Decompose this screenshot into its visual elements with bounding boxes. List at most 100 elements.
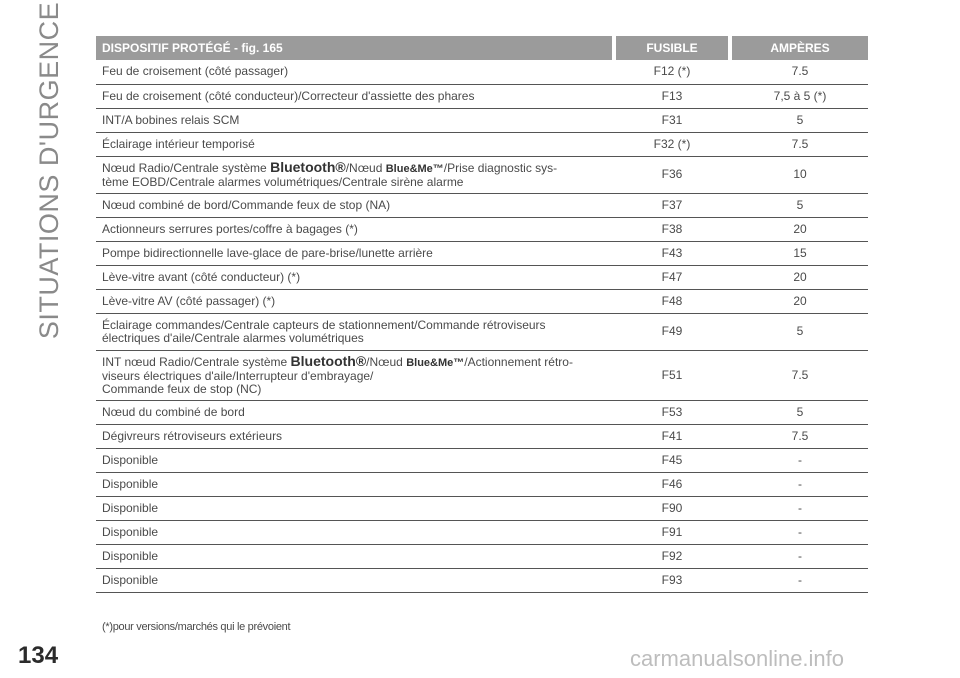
table-row: Éclairage commandes/Centrale capteurs de… bbox=[96, 313, 868, 351]
bluetooth-brand: Bluetooth® bbox=[270, 158, 346, 175]
fuse-cell: F45 bbox=[616, 448, 728, 473]
device-text: Éclairage commandes/Centrale capteurs de… bbox=[102, 317, 546, 332]
fuse-cell: F93 bbox=[616, 568, 728, 593]
device-cell: Éclairage intérieur temporisé bbox=[96, 132, 612, 157]
device-cell: Dégivreurs rétroviseurs extérieurs bbox=[96, 424, 612, 449]
fuse-cell: F48 bbox=[616, 289, 728, 314]
table-row: Disponible F92 - bbox=[96, 544, 868, 569]
fuse-cell: F37 bbox=[616, 193, 728, 218]
fuse-cell: F12 (*) bbox=[616, 60, 728, 85]
device-cell: Nœud combiné de bord/Commande feux de st… bbox=[96, 193, 612, 218]
ampere-cell: 7.5 bbox=[732, 132, 868, 157]
ampere-cell: 20 bbox=[732, 265, 868, 290]
ampere-cell: - bbox=[732, 496, 868, 521]
table-row: Dégivreurs rétroviseurs extérieurs F41 7… bbox=[96, 424, 868, 449]
fuse-cell: F46 bbox=[616, 472, 728, 497]
ampere-cell: - bbox=[732, 520, 868, 545]
device-cell: Actionneurs serrures portes/coffre à bag… bbox=[96, 217, 612, 242]
fuse-cell: F43 bbox=[616, 241, 728, 266]
fuse-cell: F51 bbox=[616, 350, 728, 401]
device-text: /Nœud bbox=[345, 160, 386, 175]
fuse-cell: F38 bbox=[616, 217, 728, 242]
ampere-cell: 5 bbox=[732, 400, 868, 425]
ampere-cell: 5 bbox=[732, 108, 868, 133]
table-row: Nœud Radio/Centrale système Bluetooth®/N… bbox=[96, 156, 868, 194]
ampere-cell: - bbox=[732, 544, 868, 569]
fuse-cell: F41 bbox=[616, 424, 728, 449]
table-row: Pompe bidirectionnelle lave-glace de par… bbox=[96, 241, 868, 266]
device-cell: Feu de croisement (côté passager) bbox=[96, 60, 612, 85]
table-row: Lève-vitre avant (côté conducteur) (*) F… bbox=[96, 265, 868, 290]
table-row: Nœud du combiné de bord F53 5 bbox=[96, 400, 868, 425]
table-row: Actionneurs serrures portes/coffre à bag… bbox=[96, 217, 868, 242]
ampere-cell: 7.5 bbox=[732, 350, 868, 401]
fuse-cell: F49 bbox=[616, 313, 728, 351]
fuse-cell: F31 bbox=[616, 108, 728, 133]
device-cell: Disponible bbox=[96, 520, 612, 545]
device-cell: Lève-vitre avant (côté conducteur) (*) bbox=[96, 265, 612, 290]
table-row: Disponible F45 - bbox=[96, 448, 868, 473]
page-number: 134 bbox=[18, 642, 59, 669]
ampere-cell: 7.5 bbox=[732, 60, 868, 85]
fuse-cell: F92 bbox=[616, 544, 728, 569]
device-cell: Disponible bbox=[96, 544, 612, 569]
table-header-row: DISPOSITIF PROTÉGÉ - fig. 165 FUSIBLE AM… bbox=[96, 36, 868, 60]
device-cell: Nœud Radio/Centrale système Bluetooth®/N… bbox=[96, 156, 612, 194]
fuse-cell: F53 bbox=[616, 400, 728, 425]
device-cell: Disponible bbox=[96, 448, 612, 473]
device-text: /Nœud bbox=[366, 354, 407, 369]
ampere-cell: - bbox=[732, 472, 868, 497]
device-text: tème EOBD/Centrale alarmes volumétriques… bbox=[102, 174, 464, 189]
device-cell: Disponible bbox=[96, 496, 612, 521]
table-row: Disponible F91 - bbox=[96, 520, 868, 545]
table-row: Disponible F90 - bbox=[96, 496, 868, 521]
device-cell: Disponible bbox=[96, 568, 612, 593]
device-cell: Disponible bbox=[96, 472, 612, 497]
table-row: INT nœud Radio/Centrale système Bluetoot… bbox=[96, 350, 868, 401]
ampere-cell: 5 bbox=[732, 193, 868, 218]
device-cell: INT/A bobines relais SCM bbox=[96, 108, 612, 133]
table-row: Éclairage intérieur temporisé F32 (*) 7.… bbox=[96, 132, 868, 157]
device-cell: Éclairage commandes/Centrale capteurs de… bbox=[96, 313, 612, 351]
section-side-title: SITUATIONS D'URGENCE bbox=[20, 1, 80, 338]
table-row: Lève-vitre AV (côté passager) (*) F48 20 bbox=[96, 289, 868, 314]
table-row: Feu de croisement (côté conducteur)/Corr… bbox=[96, 84, 868, 109]
device-text: Commande feux de stop (NC) bbox=[102, 381, 262, 396]
device-text: INT nœud Radio/Centrale système bbox=[102, 354, 291, 369]
fuse-cell: F47 bbox=[616, 265, 728, 290]
fuse-cell: F90 bbox=[616, 496, 728, 521]
side-title-text: SITUATIONS D'URGENCE bbox=[34, 1, 65, 339]
ampere-cell: 7.5 bbox=[732, 424, 868, 449]
blueme-brand: Blue&Me™ bbox=[385, 162, 444, 175]
header-fuse: FUSIBLE bbox=[616, 36, 728, 60]
device-cell: Feu de croisement (côté conducteur)/Corr… bbox=[96, 84, 612, 109]
device-cell: Nœud du combiné de bord bbox=[96, 400, 612, 425]
ampere-cell: - bbox=[732, 448, 868, 473]
bluetooth-brand: Bluetooth® bbox=[290, 352, 367, 369]
table-row: Nœud combiné de bord/Commande feux de st… bbox=[96, 193, 868, 218]
device-text: /Prise diagnostic sys- bbox=[443, 160, 558, 175]
ampere-cell: - bbox=[732, 568, 868, 593]
table-row: INT/A bobines relais SCM F31 5 bbox=[96, 108, 868, 133]
fuse-cell: F32 (*) bbox=[616, 132, 728, 157]
device-cell: Lève-vitre AV (côté passager) (*) bbox=[96, 289, 612, 314]
fuse-cell: F36 bbox=[616, 156, 728, 194]
device-text: électriques d'aile/Centrale alarmes volu… bbox=[102, 330, 364, 345]
ampere-cell: 20 bbox=[732, 217, 868, 242]
device-cell: INT nœud Radio/Centrale système Bluetoot… bbox=[96, 350, 612, 401]
fuse-table: DISPOSITIF PROTÉGÉ - fig. 165 FUSIBLE AM… bbox=[96, 36, 868, 593]
header-device: DISPOSITIF PROTÉGÉ - fig. 165 bbox=[96, 36, 612, 60]
fuse-cell: F13 bbox=[616, 84, 728, 109]
ampere-cell: 10 bbox=[732, 156, 868, 194]
ampere-cell: 20 bbox=[732, 289, 868, 314]
footnote: (*)pour versions/marchés qui le prévoien… bbox=[102, 621, 291, 633]
ampere-cell: 15 bbox=[732, 241, 868, 266]
fuse-cell: F91 bbox=[616, 520, 728, 545]
watermark: carmanualsonline.info bbox=[630, 646, 845, 671]
device-text: Nœud Radio/Centrale système bbox=[102, 160, 271, 175]
device-text: /Actionnement rétro- bbox=[464, 354, 573, 369]
device-cell: Pompe bidirectionnelle lave-glace de par… bbox=[96, 241, 612, 266]
table-row: Disponible F46 - bbox=[96, 472, 868, 497]
table-row: Disponible F93 - bbox=[96, 568, 868, 593]
header-amperes: AMPÈRES bbox=[732, 36, 868, 60]
